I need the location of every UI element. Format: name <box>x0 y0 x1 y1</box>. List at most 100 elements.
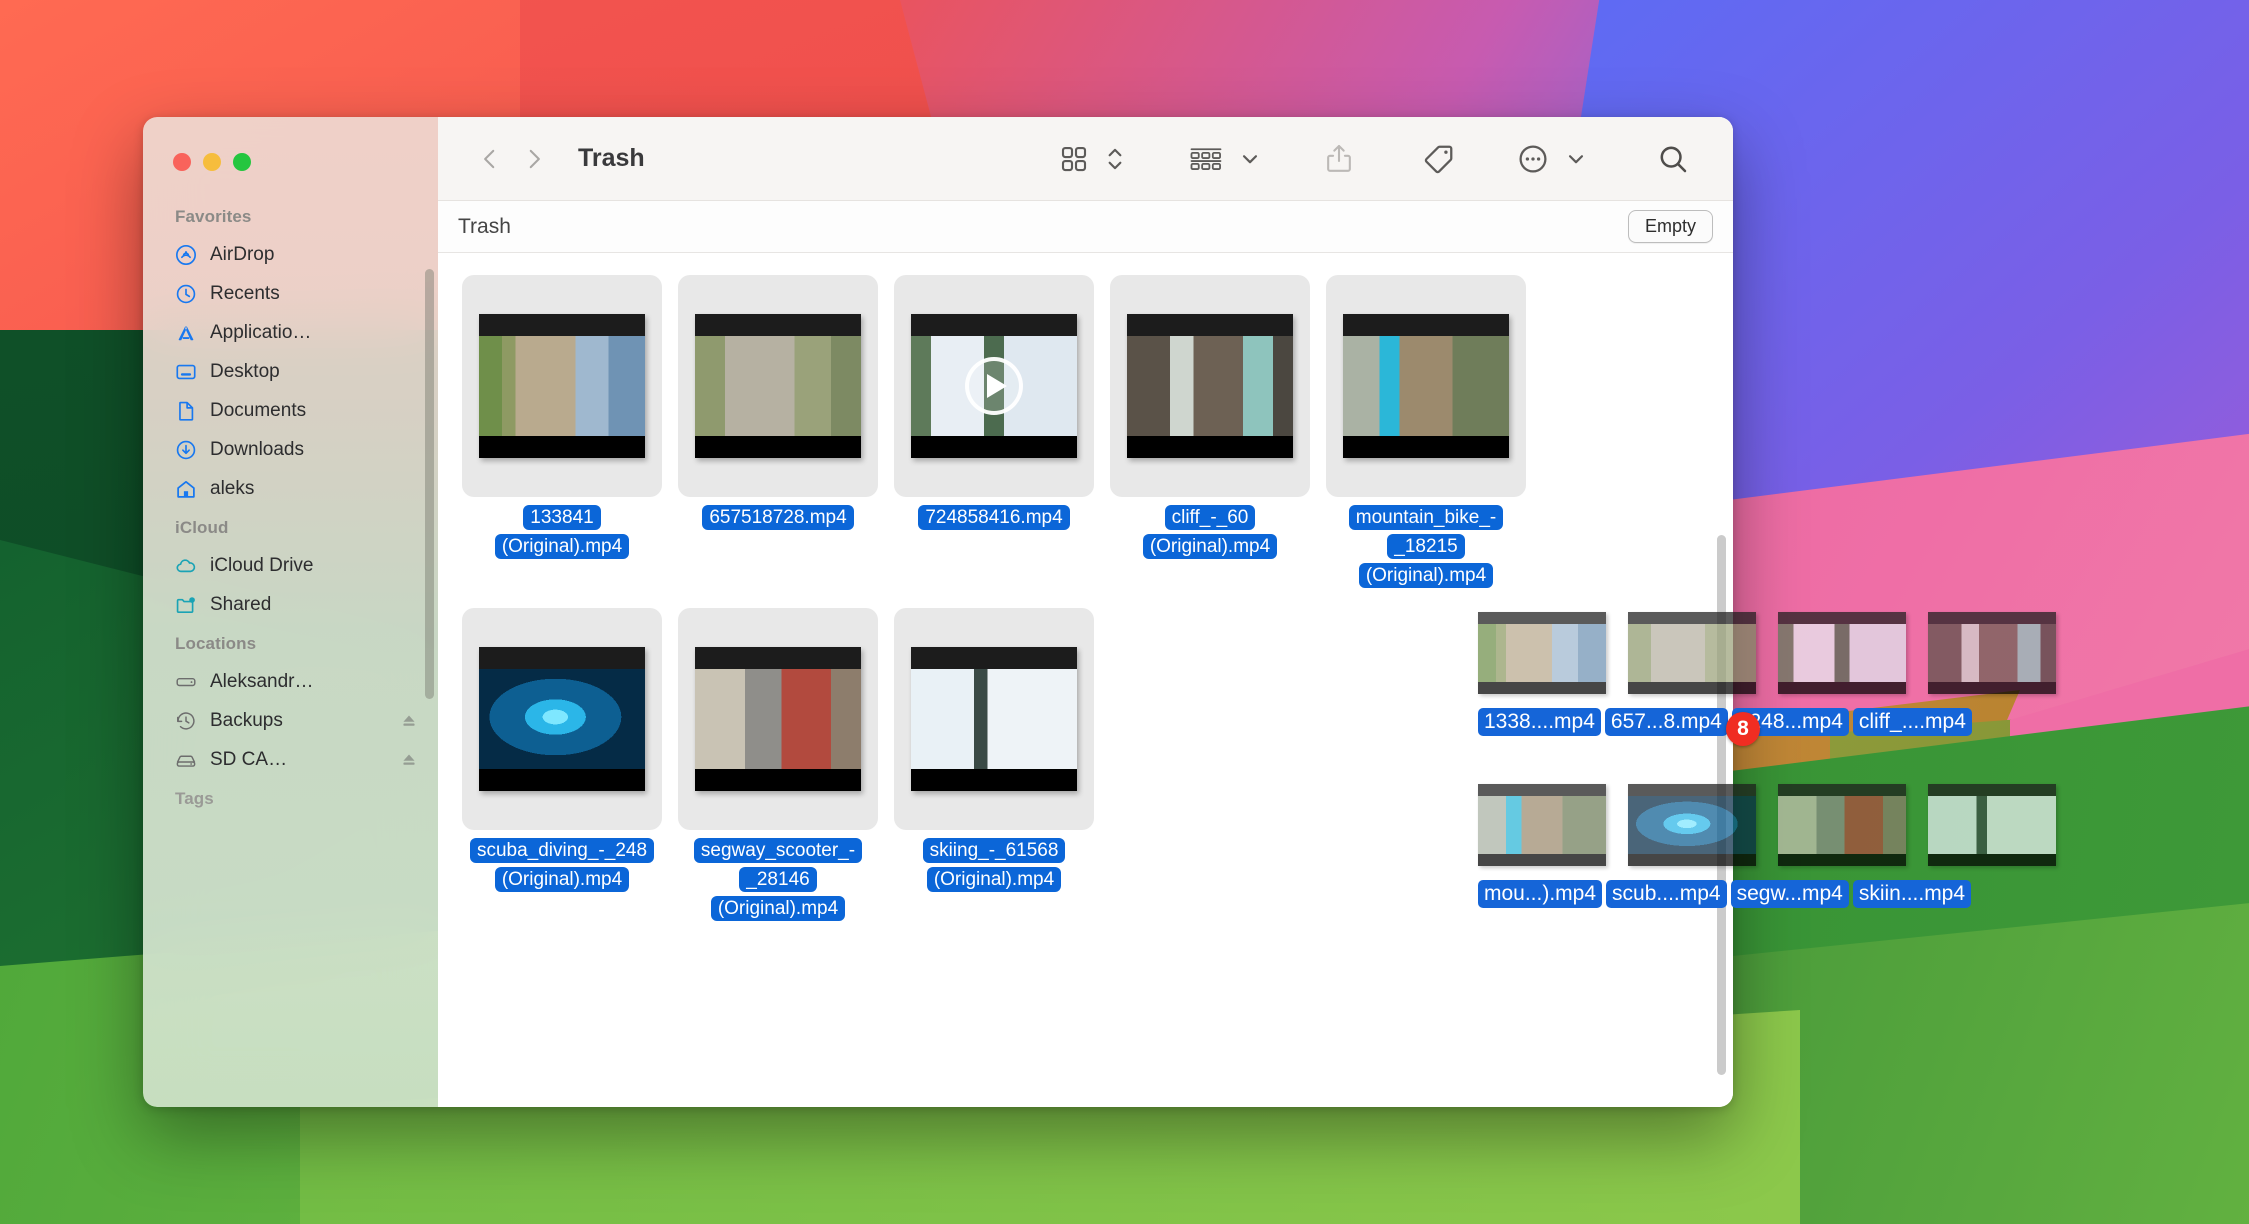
breadcrumb: Trash <box>458 215 511 239</box>
view-mode-control[interactable] <box>1059 144 1125 174</box>
page-title: Trash <box>578 144 645 173</box>
video-thumbnail <box>911 647 1077 791</box>
main-scrollbar[interactable] <box>1717 535 1726 1075</box>
file-name-label[interactable]: cliff_-_60 (Original).mp4 <box>1112 503 1308 561</box>
file-item[interactable]: scuba_diving_-_248 (Original).mp4 <box>462 608 662 923</box>
tag-button[interactable] <box>1417 137 1461 181</box>
ellipsis-circle-icon[interactable] <box>1517 143 1549 175</box>
sidebar-item-applications[interactable]: Applicatio… <box>143 313 438 352</box>
file-name-label[interactable]: segway_scooter_-_28146 (Original).mp4 <box>680 836 876 923</box>
file-item[interactable]: mountain_bike_-_18215 (Original).mp4 <box>1326 275 1526 590</box>
minimize-button[interactable] <box>203 153 221 171</box>
applications-icon <box>175 322 197 344</box>
sidebar-item-airdrop[interactable]: AirDrop <box>143 235 438 274</box>
file-thumbnail-container[interactable] <box>894 275 1094 497</box>
cloud-icon <box>175 555 197 577</box>
video-thumbnail <box>1127 314 1293 458</box>
sidebar-item-backups[interactable]: Backups <box>143 701 438 740</box>
file-name-label[interactable]: 657518728.mp4 <box>702 503 853 532</box>
search-button[interactable] <box>1651 137 1695 181</box>
airdrop-icon <box>175 244 197 266</box>
zoom-button[interactable] <box>233 153 251 171</box>
file-item[interactable]: 724858416.mp4 <box>894 275 1094 590</box>
group-by-control[interactable] <box>1189 145 1261 173</box>
eject-icon[interactable] <box>400 712 418 730</box>
sidebar: Favorites AirDrop <box>143 117 438 1107</box>
video-thumbnail <box>1343 314 1509 458</box>
path-bar: Trash Empty <box>438 201 1733 253</box>
share-button[interactable] <box>1317 137 1361 181</box>
file-thumbnail-container[interactable] <box>678 608 878 830</box>
chevron-down-icon[interactable] <box>1239 148 1261 170</box>
video-thumbnail <box>479 647 645 791</box>
sidebar-item-label: aleks <box>210 478 254 500</box>
file-item[interactable]: 657518728.mp4 <box>678 275 878 590</box>
chevron-right-icon <box>521 144 547 174</box>
main-pane: Trash <box>438 117 1733 1107</box>
shared-folder-icon <box>175 594 197 616</box>
home-icon <box>175 478 197 500</box>
more-actions-control[interactable] <box>1517 143 1587 175</box>
sidebar-heading-tags: Tags <box>143 779 438 817</box>
sidebar-item-aleksandr-drive[interactable]: Aleksandr… <box>143 662 438 701</box>
file-name-label[interactable]: scuba_diving_-_248 (Original).mp4 <box>464 836 660 894</box>
file-name-label[interactable]: skiing_-_61568 (Original).mp4 <box>896 836 1092 894</box>
play-icon[interactable] <box>965 357 1023 415</box>
file-item[interactable]: segway_scooter_-_28146 (Original).mp4 <box>678 608 878 923</box>
sidebar-item-label: Downloads <box>210 439 304 461</box>
sidebar-item-aleks[interactable]: aleks <box>143 469 438 508</box>
sidebar-item-label: Documents <box>210 400 306 422</box>
video-thumbnail <box>479 314 645 458</box>
file-thumbnail-container[interactable] <box>1326 275 1526 497</box>
sidebar-item-label: SD CA… <box>210 749 287 771</box>
sidebar-scroll-area: Favorites AirDrop <box>143 181 438 1107</box>
chevron-up-down-icon[interactable] <box>1105 144 1125 174</box>
file-item[interactable]: cliff_-_60 (Original).mp4 <box>1110 275 1310 590</box>
sidebar-item-desktop[interactable]: Desktop <box>143 352 438 391</box>
eject-icon[interactable] <box>400 751 418 769</box>
group-by-icon[interactable] <box>1189 145 1223 173</box>
sidebar-item-label: Shared <box>210 594 271 616</box>
file-item[interactable]: 133841 (Original).mp4 <box>462 275 662 590</box>
file-thumbnail-container[interactable] <box>462 275 662 497</box>
sidebar-item-sd-card[interactable]: SD CA… <box>143 740 438 779</box>
sidebar-heading-icloud: iCloud <box>143 508 438 546</box>
file-grid: 133841 (Original).mp4 657518728.mp4 724858… <box>462 275 1703 941</box>
sidebar-item-label: iCloud Drive <box>210 555 313 577</box>
share-icon <box>1324 143 1354 175</box>
desktop-wallpaper: Favorites AirDrop <box>0 0 2249 1224</box>
file-item[interactable]: skiing_-_61568 (Original).mp4 <box>894 608 1094 923</box>
file-name-label[interactable]: 133841 (Original).mp4 <box>464 503 660 561</box>
back-button[interactable] <box>468 137 512 181</box>
sidebar-item-shared[interactable]: Shared <box>143 585 438 624</box>
toolbar: Trash <box>438 117 1733 201</box>
file-name-label[interactable]: 724858416.mp4 <box>918 503 1069 532</box>
file-name-label[interactable]: mountain_bike_-_18215 (Original).mp4 <box>1328 503 1524 590</box>
sidebar-heading-favorites: Favorites <box>143 197 438 235</box>
file-thumbnail-container[interactable] <box>462 608 662 830</box>
chevron-down-icon[interactable] <box>1565 148 1587 170</box>
sidebar-item-documents[interactable]: Documents <box>143 391 438 430</box>
file-thumbnail-container[interactable] <box>678 275 878 497</box>
video-thumbnail <box>695 647 861 791</box>
sidebar-item-downloads[interactable]: Downloads <box>143 430 438 469</box>
empty-trash-button[interactable]: Empty <box>1628 210 1713 243</box>
sidebar-item-icloud-drive[interactable]: iCloud Drive <box>143 546 438 585</box>
close-button[interactable] <box>173 153 191 171</box>
sidebar-item-label: Backups <box>210 710 283 732</box>
desktop-icon <box>175 361 197 383</box>
removable-disk-icon <box>175 749 197 771</box>
file-grid-area: 133841 (Original).mp4 657518728.mp4 724858… <box>438 253 1733 1107</box>
video-thumbnail <box>695 314 861 458</box>
forward-button[interactable] <box>512 137 556 181</box>
file-thumbnail-container[interactable] <box>894 608 1094 830</box>
finder-window: Favorites AirDrop <box>143 117 1733 1107</box>
download-icon <box>175 439 197 461</box>
document-icon <box>175 400 197 422</box>
search-icon <box>1657 143 1689 175</box>
file-thumbnail-container[interactable] <box>1110 275 1310 497</box>
sidebar-scrollbar[interactable] <box>425 269 434 699</box>
sidebar-item-label: Applicatio… <box>210 322 311 344</box>
sidebar-item-recents[interactable]: Recents <box>143 274 438 313</box>
icon-view-grid-icon[interactable] <box>1059 144 1089 174</box>
